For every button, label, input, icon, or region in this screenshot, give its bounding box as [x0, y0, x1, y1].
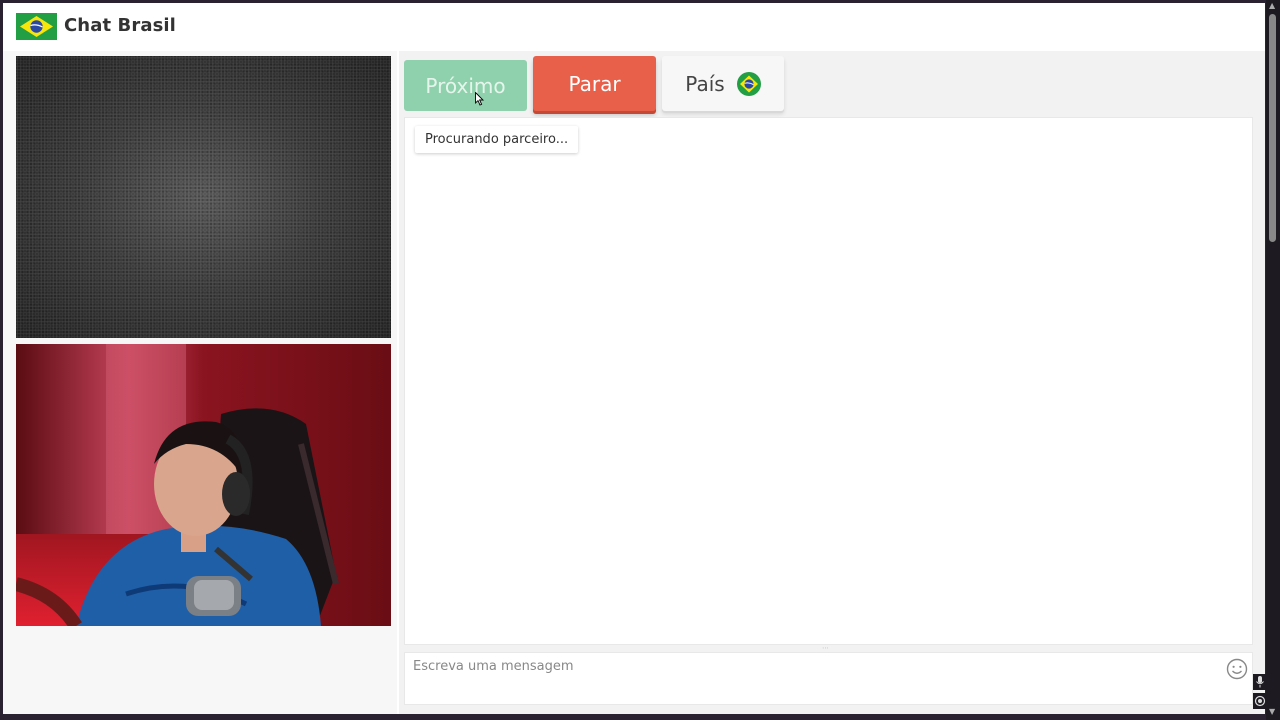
microphone-icon[interactable] [1253, 674, 1267, 690]
scroll-down-arrow-icon[interactable]: ▼ [1269, 708, 1277, 716]
self-video [16, 344, 391, 626]
brazil-flag-icon [736, 71, 761, 96]
scrollbar-thumb[interactable] [1269, 14, 1276, 242]
country-button-label: País [685, 71, 725, 96]
brand-title[interactable]: Chat Brasil [64, 15, 176, 36]
next-button[interactable]: Próximo [404, 60, 527, 111]
mouse-cursor-icon [475, 92, 485, 106]
partner-video [16, 56, 391, 338]
scroll-up-arrow-icon[interactable]: ▲ [1269, 2, 1277, 10]
smiley-icon[interactable] [1226, 658, 1248, 680]
stop-button[interactable]: Parar [533, 56, 656, 111]
status-message: Procurando parceiro... [415, 126, 579, 153]
resize-grip[interactable]: ⋯ [822, 645, 834, 652]
message-input[interactable] [405, 653, 1215, 704]
webcam-feed-image [16, 344, 391, 626]
message-composer [404, 652, 1253, 705]
page: Chat Brasil Próximo Parar País Procurand… [3, 3, 1265, 714]
country-button[interactable]: País [662, 56, 784, 111]
next-button-label: Próximo [425, 73, 506, 98]
page-scrollbar[interactable]: ▲ ▼ [1266, 0, 1280, 720]
brazil-flag-icon [16, 13, 57, 40]
stop-button-label: Parar [568, 71, 621, 96]
static-noise [16, 56, 391, 338]
record-icon[interactable] [1253, 693, 1267, 709]
chat-log: Procurando parceiro... [404, 117, 1253, 645]
header: Chat Brasil [3, 3, 1265, 51]
